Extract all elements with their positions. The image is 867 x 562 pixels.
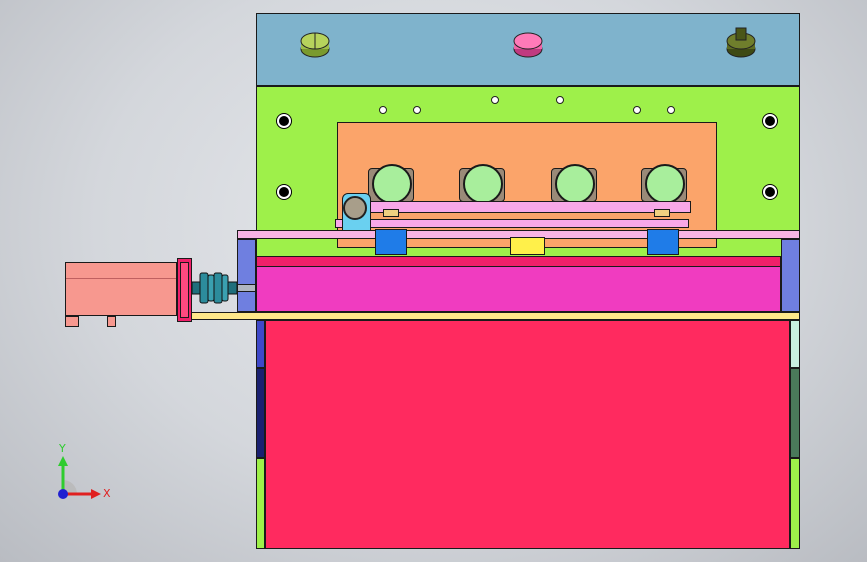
motor-foot: [107, 316, 116, 327]
center-block[interactable]: [510, 237, 545, 255]
hole: [413, 106, 421, 114]
side-post-right: [781, 239, 800, 312]
y-axis-label: Y: [59, 442, 66, 455]
bolt-icon: [277, 114, 291, 128]
bolt-icon: [277, 185, 291, 199]
roller[interactable]: [372, 164, 412, 204]
magenta-bar[interactable]: [256, 266, 781, 312]
left-strip-bot: [256, 458, 265, 549]
motor-foot: [65, 316, 79, 327]
motor-body[interactable]: [65, 262, 177, 316]
left-strip-mid: [256, 368, 265, 458]
knob-olive-icon: [725, 26, 757, 58]
roller[interactable]: [463, 164, 503, 204]
hole: [667, 106, 675, 114]
motor-flange-inner: [180, 262, 189, 318]
slider-block-right[interactable]: [647, 229, 679, 255]
right-strip-mid: [790, 368, 800, 458]
red-block[interactable]: [265, 320, 790, 549]
side-post-left: [237, 239, 256, 312]
cam-wheel: [343, 196, 367, 220]
drive-shaft: [237, 284, 256, 292]
motor-stripe: [66, 278, 176, 279]
knob-green-icon: [299, 32, 331, 58]
upper-rail[interactable]: [370, 201, 691, 213]
slider-block-left[interactable]: [375, 229, 407, 255]
bolt-icon: [763, 114, 777, 128]
hole: [379, 106, 387, 114]
middle-rail[interactable]: [335, 219, 689, 228]
graphics-viewport[interactable]: Y X: [0, 0, 867, 562]
shaft-coupling[interactable]: [191, 270, 238, 306]
hole: [633, 106, 641, 114]
right-strip-bot: [790, 458, 800, 549]
roller[interactable]: [645, 164, 685, 204]
left-strip-top: [256, 320, 265, 368]
right-strip-top: [790, 320, 800, 368]
hole: [556, 96, 564, 104]
knob-pink-icon: [512, 32, 544, 58]
x-axis-label: X: [103, 487, 111, 500]
hole: [491, 96, 499, 104]
roller[interactable]: [555, 164, 595, 204]
bolt-icon: [763, 185, 777, 199]
rail-slot: [383, 209, 399, 217]
rail-slot: [654, 209, 670, 217]
base-rail: [190, 312, 800, 320]
